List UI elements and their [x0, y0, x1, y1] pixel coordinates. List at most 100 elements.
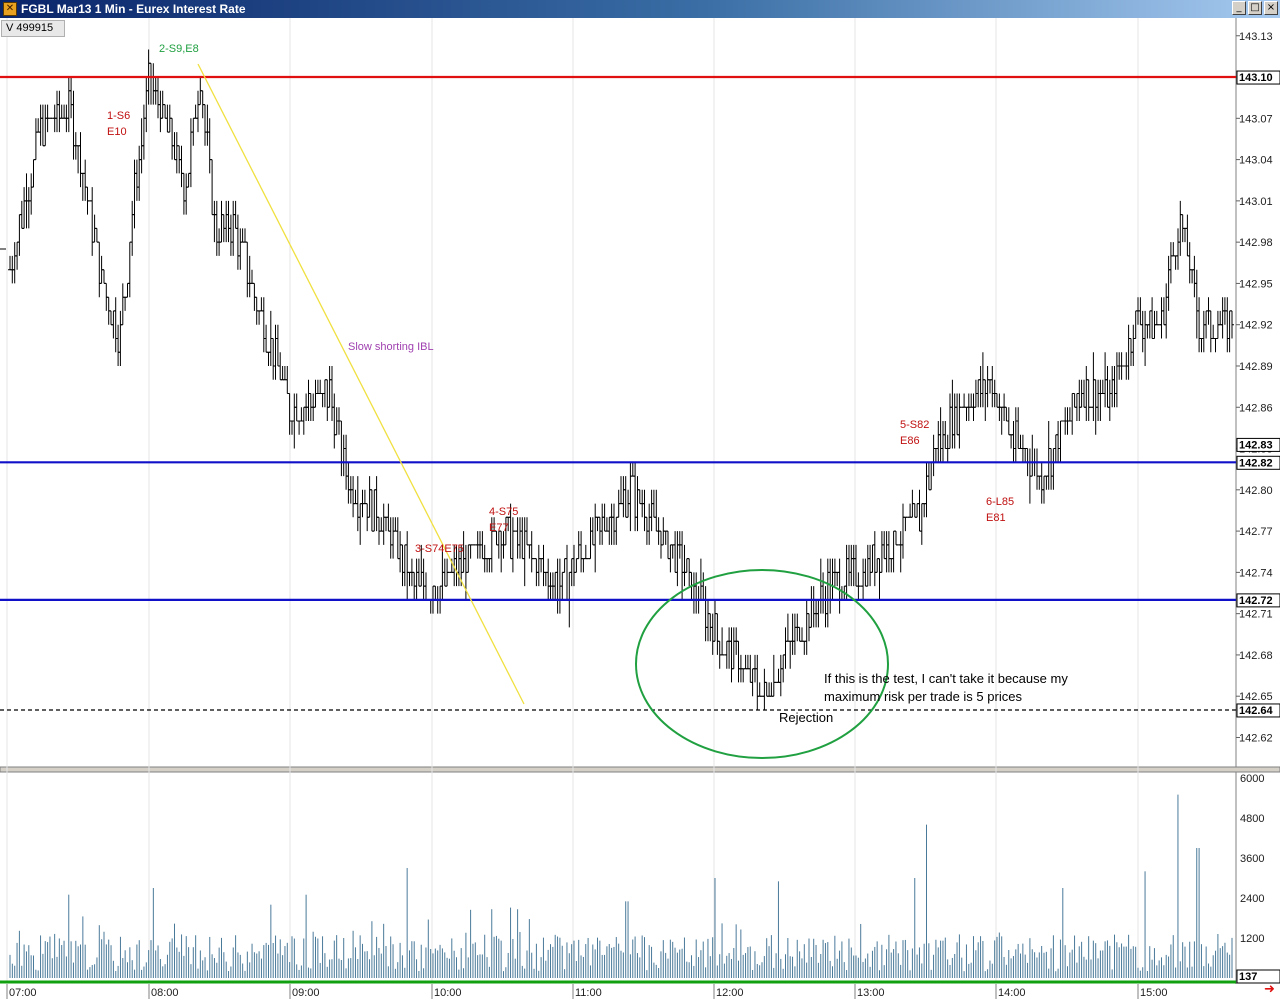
price-bar	[400, 544, 405, 587]
price-bar	[43, 104, 48, 147]
price-label: 142.83	[1239, 439, 1273, 451]
price-bar	[908, 503, 913, 518]
price-bar	[978, 366, 983, 408]
price-bar	[367, 476, 372, 518]
price-bar	[1042, 475, 1046, 504]
price-label: 142.64	[1239, 705, 1274, 717]
price-bar	[948, 393, 952, 449]
price-bar	[120, 283, 125, 326]
price-bar	[339, 420, 344, 477]
price-bar	[1178, 200, 1183, 256]
price-bar	[600, 503, 605, 545]
price-bar	[1098, 379, 1103, 421]
chart-annotation: E77	[489, 522, 509, 534]
price-bar	[240, 228, 245, 243]
price-bar	[1072, 393, 1077, 408]
price-bar	[414, 558, 419, 600]
price-bar	[755, 654, 760, 710]
price-bar	[522, 517, 527, 587]
price-bar	[292, 393, 297, 449]
price-bar	[97, 241, 102, 298]
price-bar	[109, 310, 113, 326]
price-bar	[181, 172, 186, 215]
price-bar	[518, 517, 522, 559]
price-bar	[750, 668, 755, 697]
price-bar	[322, 379, 327, 408]
price-bar	[593, 503, 598, 573]
price-bar	[12, 242, 17, 284]
time-tick-label: 08:00	[151, 987, 179, 999]
price-bar	[358, 503, 363, 545]
price-bar	[614, 516, 619, 545]
maximize-button[interactable]: □	[1248, 1, 1262, 15]
price-bar	[261, 297, 266, 353]
price-bar	[170, 117, 175, 160]
price-bar	[952, 393, 957, 449]
price-label: 142.82	[1239, 457, 1273, 469]
price-bar	[990, 366, 995, 408]
price-bar	[663, 530, 668, 545]
time-axis-panel	[0, 984, 1280, 1000]
price-bar	[15, 241, 20, 270]
test-area-circle[interactable]	[635, 569, 889, 759]
price-bar	[111, 310, 116, 339]
chart-annotation: 1-S6	[107, 110, 130, 122]
price-bar	[1105, 366, 1110, 408]
price-bar	[186, 172, 191, 188]
price-bar	[879, 531, 884, 573]
price-bar	[1197, 297, 1202, 353]
price-bar	[1190, 269, 1195, 284]
price-bar	[844, 544, 849, 600]
price-bar	[299, 407, 304, 422]
price-tick-label: 142.62	[1239, 732, 1273, 744]
price-bar	[391, 517, 396, 559]
price-bar	[560, 571, 565, 600]
price-bar	[776, 668, 781, 683]
price-tick-label: 142.65	[1239, 691, 1273, 703]
price-bar	[670, 544, 675, 559]
price-bar	[1006, 407, 1011, 436]
price-bar	[374, 476, 379, 532]
price-bar	[264, 324, 269, 353]
price-bar	[40, 104, 45, 147]
price-bar	[393, 517, 398, 532]
price-bar	[228, 214, 233, 256]
price-bar	[703, 586, 708, 642]
price-bar	[527, 544, 532, 559]
price-bar	[985, 366, 990, 408]
price-bar	[127, 241, 132, 298]
price-bar	[57, 90, 62, 133]
price-bar	[633, 462, 638, 532]
price-bar	[62, 104, 67, 119]
time-tick-label: 15:00	[1140, 987, 1168, 999]
chart-annotation: Slow shorting IBL	[348, 341, 434, 353]
price-bar	[144, 77, 149, 133]
minimize-button[interactable]: _	[1232, 1, 1246, 15]
price-bar	[915, 503, 920, 518]
price-bar	[1077, 379, 1082, 421]
trendline[interactable]	[197, 63, 525, 705]
price-volume-chart[interactable]: 143.13 143.10 143.07 143.04 143.01 142.98 142.…	[0, 18, 1280, 1000]
price-bar	[496, 530, 501, 559]
price-bar	[642, 489, 647, 532]
price-tick-label: 142.80	[1239, 485, 1273, 497]
price-bar	[546, 558, 551, 600]
price-bar	[553, 571, 558, 600]
pane-splitter[interactable]	[0, 766, 1280, 773]
volume-tick-label: 3600	[1240, 853, 1264, 865]
app-icon[interactable]: ✕	[3, 2, 17, 16]
price-tick-label: 142.68	[1239, 650, 1273, 662]
scroll-right-arrow-icon[interactable]: ➜	[1264, 983, 1278, 996]
time-tick-label: 13:00	[857, 987, 885, 999]
price-bar	[271, 338, 276, 380]
price-bar	[929, 461, 934, 491]
price-bar	[736, 640, 741, 683]
price-bar	[898, 531, 903, 573]
close-button[interactable]: ×	[1264, 1, 1278, 15]
price-bar	[36, 118, 41, 133]
price-bar	[863, 558, 868, 587]
price-bar	[1204, 310, 1209, 339]
price-bar	[562, 558, 567, 573]
price-bar	[870, 544, 875, 573]
time-tick-label: 12:00	[716, 987, 744, 999]
